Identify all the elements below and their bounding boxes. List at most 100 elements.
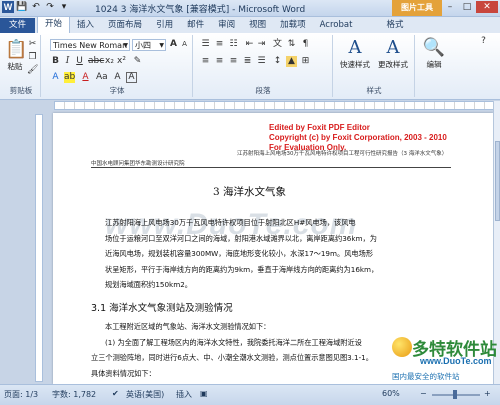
title-bar: W 💾 ↶ ↷ ▾ 1024 3 海洋水文气象 [兼容模式] - Microso… <box>0 0 500 17</box>
editing-group: 🔍 编辑 <box>416 35 452 97</box>
window-controls: – □ ✕ <box>442 1 498 13</box>
copy-icon[interactable]: ❐ <box>27 52 38 63</box>
picture-tools-context-tab[interactable]: 图片工具 <box>392 0 442 16</box>
insert-mode[interactable]: 插入 <box>176 389 192 400</box>
cut-icon[interactable]: ✂ <box>27 39 38 50</box>
justify-icon[interactable]: ≣ <box>242 56 253 67</box>
minimize-button[interactable]: – <box>442 1 458 13</box>
word-app-icon[interactable]: W <box>2 1 14 13</box>
foxit-watermark: Edited by Foxit PDF Editor Copyright (c)… <box>269 123 447 152</box>
grow-font-icon[interactable]: A <box>168 39 179 50</box>
tab-view[interactable]: 视图 <box>242 18 273 33</box>
distributed-icon[interactable]: ☰ <box>256 56 267 67</box>
align-center-icon[interactable]: ≡ <box>214 56 225 67</box>
quick-access-toolbar: W 💾 ↶ ↷ ▾ <box>2 1 70 13</box>
show-marks-icon[interactable]: ¶ <box>300 39 311 50</box>
styles-group-label: 样式 <box>366 86 382 95</box>
tab-mailings[interactable]: 邮件 <box>180 18 211 33</box>
chevron-down-icon: ▼ <box>123 42 128 49</box>
maximize-button[interactable]: □ <box>459 1 475 13</box>
clipboard-icon: 📋 <box>5 39 28 60</box>
language[interactable]: 英语(美国) <box>126 389 164 400</box>
zoom-slider-thumb[interactable] <box>453 390 457 399</box>
proofing-icon[interactable]: ✔ <box>112 389 119 398</box>
increase-indent-icon[interactable]: ⇥ <box>256 39 267 50</box>
paste-button[interactable]: 📋 粘贴 <box>5 39 28 72</box>
sort-icon[interactable]: ⇅ <box>286 39 297 50</box>
horizontal-ruler[interactable] <box>54 101 494 110</box>
customize-qat-icon[interactable]: ▾ <box>58 1 70 13</box>
italic-icon[interactable]: I <box>62 56 73 67</box>
zoom-level[interactable]: 60% <box>382 389 400 398</box>
change-styles-button[interactable]: A 更改样式 <box>374 37 412 70</box>
ribbon-tabs: 文件 开始 插入 页面布局 引用 邮件 审阅 视图 加载项 Acrobat 格式 <box>0 16 500 33</box>
zoom-out-icon[interactable]: − <box>420 389 427 398</box>
page-count[interactable]: 页面: 1/3 <box>4 389 38 400</box>
font-size-combo[interactable]: 小四 ▼ <box>132 39 166 51</box>
heading-2: 3.1 海洋水文气象测站及测验情况 <box>91 303 233 314</box>
multilevel-list-icon[interactable]: ☷ <box>228 39 239 50</box>
shrink-font-icon[interactable]: A <box>179 39 190 50</box>
clear-format-icon[interactable]: ✎ <box>132 56 143 67</box>
change-case-icon[interactable]: Aa <box>96 72 108 83</box>
numbering-icon[interactable]: ≡ <box>214 39 225 50</box>
styles-group: A 快速样式 A 更改样式 样式 <box>334 35 415 97</box>
word-count[interactable]: 字数: 1,782 <box>52 389 96 400</box>
decrease-indent-icon[interactable]: ⇤ <box>244 39 255 50</box>
save-icon[interactable]: 💾 <box>16 1 28 13</box>
heading-1: 3 海洋水文气象 <box>213 186 287 198</box>
strikethrough-icon[interactable]: abc <box>88 56 104 67</box>
font-color-icon[interactable]: A <box>80 72 91 83</box>
tab-home[interactable]: 开始 <box>37 16 71 33</box>
clipboard-group-label: 剪贴板 <box>9 86 33 95</box>
binoculars-icon: 🔍 <box>422 37 446 58</box>
bullets-icon[interactable]: ☰ <box>200 39 211 50</box>
macro-icon[interactable]: ▣ <box>200 389 208 398</box>
chinese-layout-icon[interactable]: 文 <box>272 39 283 50</box>
tab-acrobat[interactable]: Acrobat <box>313 18 360 33</box>
bold-icon[interactable]: B <box>50 56 61 67</box>
font-group-label: 字体 <box>109 86 125 95</box>
tab-review[interactable]: 审阅 <box>211 18 242 33</box>
quick-styles-button[interactable]: A 快速样式 <box>336 37 374 70</box>
subscript-icon[interactable]: x₂ <box>104 56 115 67</box>
align-right-icon[interactable]: ≡ <box>228 56 239 67</box>
line-spacing-icon[interactable]: ↕ <box>272 56 283 67</box>
header-divider <box>91 167 451 168</box>
chevron-down-icon: ▼ <box>159 42 164 49</box>
quick-styles-icon: A <box>348 37 362 58</box>
character-shading-icon[interactable]: A <box>112 72 123 83</box>
tab-format[interactable]: 格式 <box>379 18 410 33</box>
help-icon[interactable]: ? <box>478 36 489 47</box>
format-painter-icon[interactable]: 🖌 <box>27 65 38 76</box>
undo-icon[interactable]: ↶ <box>30 1 42 13</box>
vertical-ruler[interactable] <box>35 114 43 382</box>
font-name-combo[interactable]: Times New Roman ▼ <box>50 39 130 51</box>
tab-file[interactable]: 文件 <box>0 18 36 33</box>
page-header-left: 中国水电顾问集团华东勘测设计研究院 <box>91 161 185 167</box>
shading-icon[interactable]: ▲ <box>286 56 297 67</box>
paragraph-group: ☰ ≡ ☷ ⇤ ⇥ 文 ⇅ ¶ ≡ ≡ ≡ ≣ ☰ ↕ ▲ ⊞ 段落 <box>194 35 333 97</box>
font-group: Times New Roman ▼ 小四 ▼ A A B I U abc x₂ x²… <box>42 35 193 97</box>
zoom-in-icon[interactable]: + <box>484 389 491 398</box>
clipboard-group: 📋 粘贴 ✂ ❐ 🖌 剪贴板 <box>2 35 41 97</box>
duote-logo: 多特软件站 www.DuoTe.com 国内最安全的软件站 <box>392 335 497 383</box>
tab-references[interactable]: 引用 <box>149 18 180 33</box>
scrollbar-thumb[interactable] <box>495 141 500 221</box>
highlight-icon[interactable]: ab <box>64 72 75 83</box>
window-title: 1024 3 海洋水文气象 [兼容模式] - Microsoft Word <box>95 5 306 15</box>
page-header-right: 江苏射阳海上风电场30万千瓦风电特许权项目工程可行性研究报告（3 海洋水文气象） <box>237 151 448 157</box>
tab-insert[interactable]: 插入 <box>70 18 101 33</box>
superscript-icon[interactable]: x² <box>116 56 127 67</box>
redo-icon[interactable]: ↷ <box>44 1 56 13</box>
close-button[interactable]: ✕ <box>476 1 498 13</box>
underline-icon[interactable]: U <box>74 56 85 67</box>
borders-icon[interactable]: ⊞ <box>300 56 311 67</box>
text-effects-icon[interactable]: A <box>50 72 61 83</box>
align-left-icon[interactable]: ≡ <box>200 56 211 67</box>
editing-button[interactable]: 🔍 编辑 <box>418 37 450 70</box>
tab-addins[interactable]: 加载项 <box>273 18 313 33</box>
status-bar: 页面: 1/3 字数: 1,782 ✔ 英语(美国) 插入 ▣ 60% − + <box>0 384 500 405</box>
character-border-icon[interactable]: A <box>126 72 137 83</box>
tab-page-layout[interactable]: 页面布局 <box>101 18 149 33</box>
